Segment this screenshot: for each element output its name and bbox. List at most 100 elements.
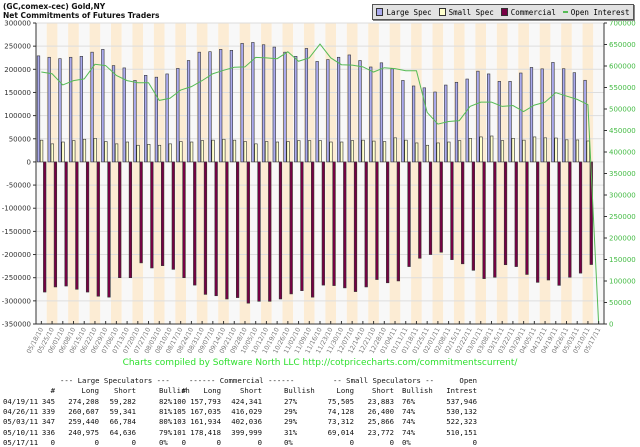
group-header: --- Large Speculators --- [60, 376, 170, 385]
large-spec-bar [562, 69, 565, 162]
table-cell: 260,607 [68, 407, 99, 416]
commercial-bar [86, 162, 89, 292]
column-header: Bullish [402, 386, 433, 395]
commercial-bar [376, 162, 379, 280]
left-tick-label: -100000 [2, 205, 31, 213]
column-header: Short [372, 386, 394, 395]
table-cell: 74% [402, 407, 415, 416]
legend-item: Commercial [501, 8, 556, 17]
small-spec-bar [40, 140, 43, 162]
table-cell: 23,772 [368, 428, 394, 437]
table-cell: 178,418 [190, 428, 221, 437]
large-spec-bar [273, 47, 276, 162]
table-cell: 80% [159, 417, 172, 426]
right-tick-label: 350000 [609, 170, 636, 178]
commercial-bar [258, 162, 261, 301]
large-spec-bar [69, 57, 72, 162]
commercial-bar [515, 162, 518, 267]
column-header: Short [114, 386, 136, 395]
commercial-bar [322, 162, 325, 285]
small-spec-bar [415, 143, 418, 162]
commercial-bar [579, 162, 582, 273]
right-tick-label: 250000 [609, 213, 636, 221]
large-spec-bar [444, 85, 447, 162]
large-spec-bar [230, 50, 233, 162]
table-cell: 29% [284, 407, 297, 416]
table-cell: 0 [258, 438, 262, 447]
table-cell: 0 [95, 438, 99, 447]
large-spec-bar [552, 62, 555, 162]
small-spec-bar [501, 141, 504, 162]
commercial-bar [215, 162, 218, 296]
table-cell: 0 [217, 438, 221, 447]
table-cell: 167,035 [190, 407, 221, 416]
left-tick-label: 100000 [4, 112, 31, 120]
column-header: Short [240, 386, 262, 395]
commercial-bar [204, 162, 207, 294]
large-spec-bar [573, 73, 576, 162]
table-cell: 100 [173, 397, 186, 406]
small-spec-bar [458, 141, 461, 162]
large-spec-bar [209, 52, 212, 162]
group-header: Open [459, 376, 477, 385]
large-spec-bar [134, 80, 137, 162]
legend-swatch [563, 11, 568, 13]
left-tick-label: -200000 [2, 251, 31, 259]
small-spec-bar [190, 142, 193, 162]
small-spec-bar [169, 144, 172, 162]
commercial-bar [268, 162, 271, 301]
left-tick-label: 0 [27, 158, 31, 166]
small-spec-bar [308, 141, 311, 162]
small-spec-bar [330, 142, 333, 162]
table-cell: 64,636 [110, 428, 136, 437]
large-spec-bar [519, 73, 522, 162]
table-cell: 66,784 [110, 417, 136, 426]
small-spec-bar [137, 145, 140, 162]
large-spec-bar [241, 43, 244, 162]
right-tick-label: 650000 [609, 41, 636, 49]
commercial-bar [161, 162, 164, 266]
legend-item: Open Interest [563, 8, 630, 17]
table-cell: 05/17/11 [3, 438, 38, 447]
small-spec-bar [340, 142, 343, 162]
large-spec-bar [219, 49, 222, 162]
commercial-bar [236, 162, 239, 298]
commercial-bar [354, 162, 357, 292]
left-tick-label: 250000 [4, 43, 31, 51]
legend: Large SpecSmall SpecCommercialOpen Inter… [372, 4, 634, 20]
small-spec-bar [469, 138, 472, 162]
commercial-bar [65, 162, 68, 286]
commercial-bar [43, 162, 46, 292]
commercial-bar [504, 162, 507, 265]
small-spec-bar [265, 142, 268, 162]
small-spec-bar [437, 143, 440, 162]
commercial-bar [558, 162, 561, 285]
small-spec-bar [576, 140, 579, 162]
small-spec-bar [480, 137, 483, 162]
column-header: Intrest [446, 386, 477, 395]
small-spec-bar [180, 142, 183, 162]
small-spec-bar [383, 142, 386, 162]
table-cell: 161,934 [190, 417, 221, 426]
small-spec-bar [448, 142, 451, 162]
large-spec-bar [187, 61, 190, 162]
left-tick-label: -250000 [2, 274, 31, 282]
legend-label: Commercial [511, 8, 556, 17]
commercial-bar [365, 162, 368, 287]
column-header: Long [203, 386, 221, 395]
small-spec-bar [201, 141, 204, 162]
table-cell: 347 [42, 417, 55, 426]
column-header: # [51, 386, 55, 395]
small-spec-bar [512, 138, 515, 162]
table-cell: 259,440 [68, 417, 99, 426]
small-spec-bar [115, 144, 118, 162]
table-cell: 0% [402, 438, 411, 447]
large-spec-bar [487, 74, 490, 162]
commercial-bar [193, 162, 196, 285]
small-spec-bar [362, 140, 365, 162]
large-spec-bar [284, 52, 287, 162]
commercial-bar [290, 162, 293, 294]
small-spec-bar [319, 141, 322, 162]
table-cell: 101 [173, 428, 186, 437]
left-tick-label: -350000 [2, 321, 31, 329]
